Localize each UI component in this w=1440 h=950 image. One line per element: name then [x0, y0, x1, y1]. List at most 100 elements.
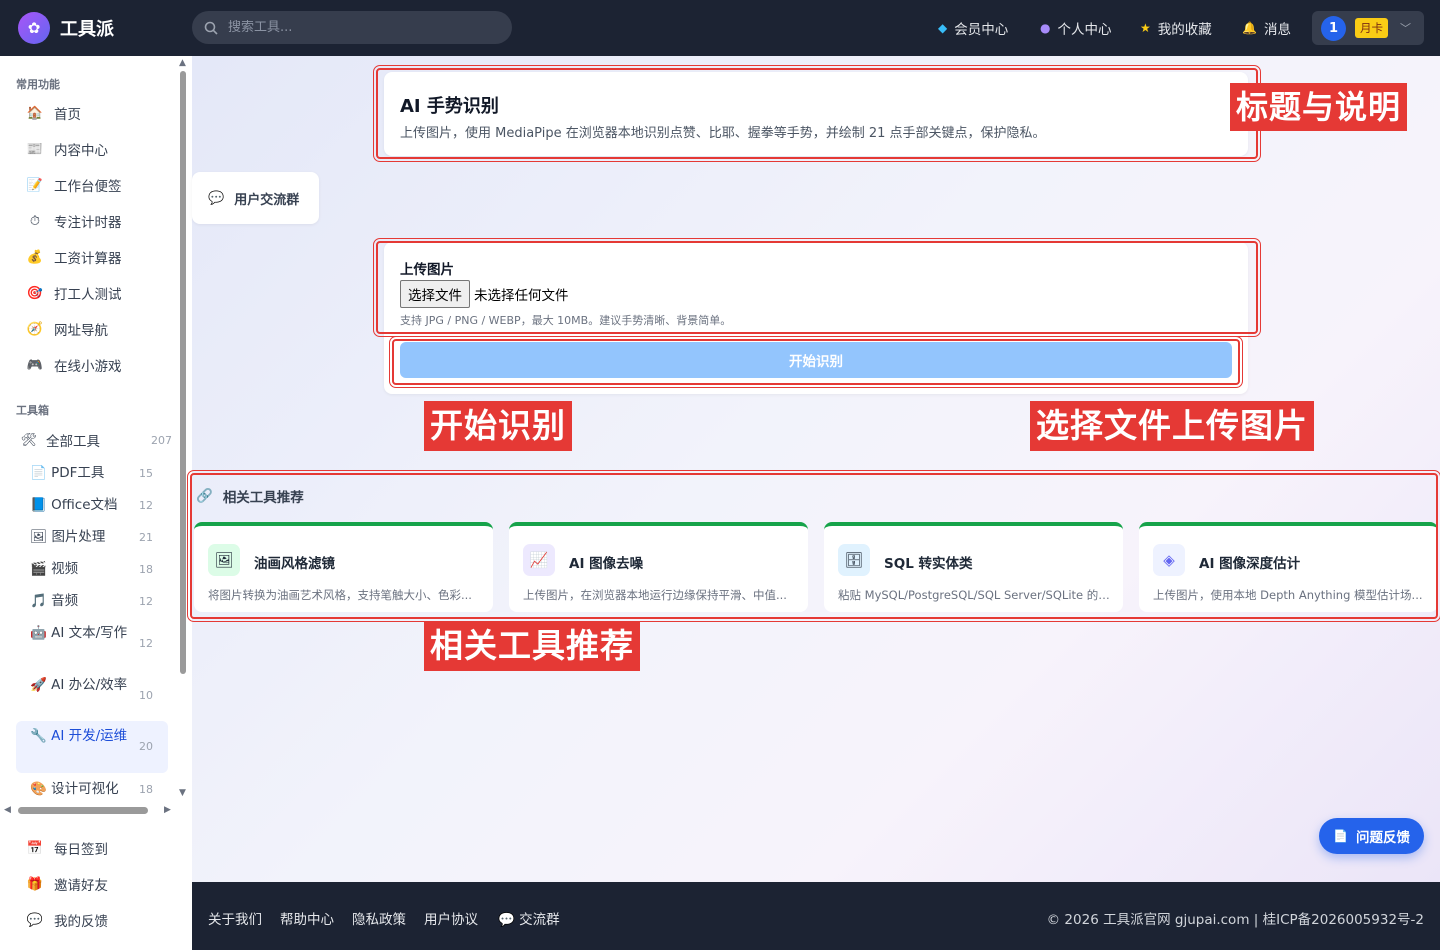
- sidebar-item-label: 专注计时器: [54, 215, 122, 231]
- stopwatch-icon: ⏱: [29, 213, 41, 229]
- choose-file-button[interactable]: 选择文件: [400, 280, 470, 308]
- nav-messages[interactable]: 🔔 消息: [1242, 0, 1291, 56]
- scroll-left-arrow-icon[interactable]: ◀: [4, 805, 11, 815]
- sidebar-item-my-feedback[interactable]: 💬 我的反馈: [16, 910, 108, 931]
- sidebar-item-label: Office文档: [51, 497, 118, 513]
- sidebar-category-ai-dev[interactable]: 🔧 AI 开发/运维 20: [16, 721, 168, 773]
- related-tool-name: SQL 转实体类: [884, 556, 973, 572]
- annotation-label-start: 开始识别: [424, 401, 572, 451]
- user-menu[interactable]: 1 月卡 ﹀: [1312, 11, 1424, 45]
- scroll-up-arrow-icon[interactable]: ▲: [179, 58, 186, 68]
- related-tool-card[interactable]: 📈 AI 图像去噪 上传图片，在浏览器本地运行边缘保持平滑、中值...: [509, 522, 808, 612]
- sidebar-item-count: 18: [139, 563, 153, 576]
- user-group-button[interactable]: 💬 用户交流群: [192, 172, 319, 224]
- footer-link-help[interactable]: 帮助中心: [280, 908, 334, 928]
- feedback-label: 问题反馈: [1355, 830, 1410, 846]
- sidebar-category-video[interactable]: 🎬 视频 18: [16, 558, 168, 580]
- search-box[interactable]: [192, 11, 512, 44]
- footer-link-privacy[interactable]: 隐私政策: [352, 908, 406, 928]
- sidebar-category-design[interactable]: 🎨 设计可视化 18: [16, 778, 168, 800]
- tools-icon: 🛠: [20, 432, 38, 448]
- calendar-icon: 📅: [26, 840, 44, 856]
- scroll-right-arrow-icon[interactable]: ▶: [164, 805, 171, 815]
- sidebar-item-label: 网址导航: [54, 323, 108, 339]
- related-tool-card[interactable]: 🖼 油画风格滤镜 将图片转换为油画艺术风格，支持笔触大小、色彩...: [194, 522, 493, 612]
- sidebar-vertical-scrollbar[interactable]: ▲ ▼: [178, 56, 188, 802]
- sidebar-item-label: 打工人测试: [54, 287, 122, 303]
- sidebar-horizontal-scrollbar[interactable]: ◀ ▶: [0, 802, 178, 818]
- sidebar-item-count: 21: [139, 531, 153, 544]
- sidebar-category-ai-writing[interactable]: 🤖 AI 文本/写作 12: [16, 622, 168, 666]
- sidebar-item-label: AI 开发/运维: [51, 728, 128, 744]
- sidebar-category-ai-office[interactable]: 🚀 AI 办公/效率 10: [16, 674, 168, 718]
- sidebar-item-worker-test[interactable]: 🎯 打工人测试: [16, 282, 168, 304]
- picture-frame-icon: 🖼: [208, 544, 240, 576]
- sidebar-item-count: 12: [139, 595, 153, 608]
- sidebar: 常用功能 🏠 首页 📰 内容中心 📝 工作台便签 ⏱ 专注计时器 💰 工资计算器 🎯 打工人…: [0, 56, 192, 950]
- sidebar-item-label: 邀请好友: [54, 878, 108, 894]
- scroll-down-arrow-icon[interactable]: ▼: [179, 788, 186, 798]
- user-group-label: 用户交流群: [234, 192, 300, 208]
- sidebar-scroll-area[interactable]: 常用功能 🏠 首页 📰 内容中心 📝 工作台便签 ⏱ 专注计时器 💰 工资计算器 🎯 打工人…: [0, 56, 192, 818]
- target-icon: 🎯: [26, 285, 44, 301]
- nav-profile-label: 个人中心: [1057, 22, 1112, 38]
- file-input[interactable]: 选择文件 未选择任何文件: [400, 280, 569, 308]
- sidebar-item-invite[interactable]: 🎁 邀请好友: [16, 874, 108, 895]
- sidebar-item-label: 全部工具: [46, 434, 100, 450]
- sidebar-item-label: 在线小游戏: [54, 359, 122, 375]
- related-tool-name: AI 图像深度估计: [1199, 556, 1301, 572]
- sidebar-item-label: 首页: [54, 107, 81, 123]
- search-icon: [204, 21, 218, 35]
- sidebar-category-audio[interactable]: 🎵 音频 12: [16, 590, 168, 612]
- sidebar-category-pdf[interactable]: 📄 PDF工具 15: [16, 462, 168, 484]
- sidebar-category-image[interactable]: 🖼 图片处理 21: [16, 526, 168, 548]
- upload-hint: 支持 JPG / PNG / WEBP，最大 10MB。建议手势清晰、背景简单。: [400, 314, 732, 327]
- footer-link-group[interactable]: 💬 交流群: [498, 908, 560, 928]
- scrollbar-thumb[interactable]: [18, 807, 148, 814]
- sidebar-item-nav-sites[interactable]: 🧭 网址导航: [16, 318, 168, 340]
- file-status: 未选择任何文件: [474, 288, 569, 304]
- sidebar-item-label: AI 办公/效率: [51, 677, 128, 693]
- sidebar-item-label: AI 文本/写作: [51, 625, 128, 641]
- nav-vip[interactable]: ◆ 会员中心: [938, 0, 1008, 56]
- start-recognition-button[interactable]: 开始识别: [400, 342, 1232, 378]
- sidebar-item-count: 12: [139, 499, 153, 512]
- music-note-icon: 🎵: [30, 593, 47, 609]
- sidebar-item-label: PDF工具: [51, 465, 105, 481]
- sidebar-item-timer[interactable]: ⏱ 专注计时器: [16, 210, 168, 232]
- nav-profile[interactable]: ● 个人中心: [1040, 0, 1111, 56]
- related-tool-card[interactable]: 🗄 SQL 转实体类 粘贴 MySQL/PostgreSQL/SQL Serve…: [824, 522, 1123, 612]
- sidebar-item-checkin[interactable]: 📅 每日签到: [16, 838, 108, 859]
- related-heading-text: 相关工具推荐: [222, 490, 304, 506]
- main-content: [192, 56, 1440, 882]
- diamond-icon: ◆: [938, 21, 948, 35]
- document-icon: 📄: [1333, 829, 1348, 843]
- feedback-button[interactable]: 📄 问题反馈: [1319, 818, 1424, 854]
- related-tool-desc: 上传图片，在浏览器本地运行边缘保持平滑、中值...: [523, 588, 787, 602]
- money-bag-icon: 💰: [26, 249, 44, 265]
- related-tool-card[interactable]: ◈ AI 图像深度估计 上传图片，使用本地 Depth Anything 模型估…: [1139, 522, 1438, 612]
- annotation-label-title: 标题与说明: [1230, 83, 1408, 131]
- footer-link-terms[interactable]: 用户协议: [424, 908, 478, 928]
- sidebar-item-notes[interactable]: 📝 工作台便签: [16, 174, 168, 196]
- sidebar-item-salary[interactable]: 💰 工资计算器: [16, 246, 168, 268]
- sidebar-item-count: 20: [139, 740, 153, 753]
- search-input[interactable]: [228, 20, 468, 35]
- chat-bubble-icon: 💬: [498, 912, 515, 928]
- sidebar-item-content[interactable]: 📰 内容中心: [16, 138, 168, 160]
- chart-icon: 📈: [523, 544, 555, 576]
- picture-icon: 🖼: [30, 529, 48, 545]
- nav-favorites[interactable]: ★ 我的收藏: [1140, 0, 1212, 56]
- footer-link-about[interactable]: 关于我们: [208, 908, 262, 928]
- user-icon: ●: [1040, 21, 1051, 35]
- sidebar-item-games[interactable]: 🎮 在线小游戏: [16, 354, 168, 376]
- sidebar-category-office[interactable]: 📘 Office文档 12: [16, 494, 168, 516]
- sidebar-item-label: 音频: [51, 593, 79, 609]
- scrollbar-thumb[interactable]: [180, 71, 186, 674]
- related-tool-desc: 将图片转换为油画艺术风格，支持笔触大小、色彩...: [208, 588, 472, 602]
- logo[interactable]: ✿ 工具派: [18, 12, 114, 44]
- sidebar-item-all-tools[interactable]: 🛠 全部工具 207: [16, 429, 172, 451]
- chevron-down-icon: ﹀: [1400, 22, 1411, 35]
- link-icon: 🔗: [196, 488, 213, 504]
- sidebar-item-home[interactable]: 🏠 首页: [16, 102, 168, 124]
